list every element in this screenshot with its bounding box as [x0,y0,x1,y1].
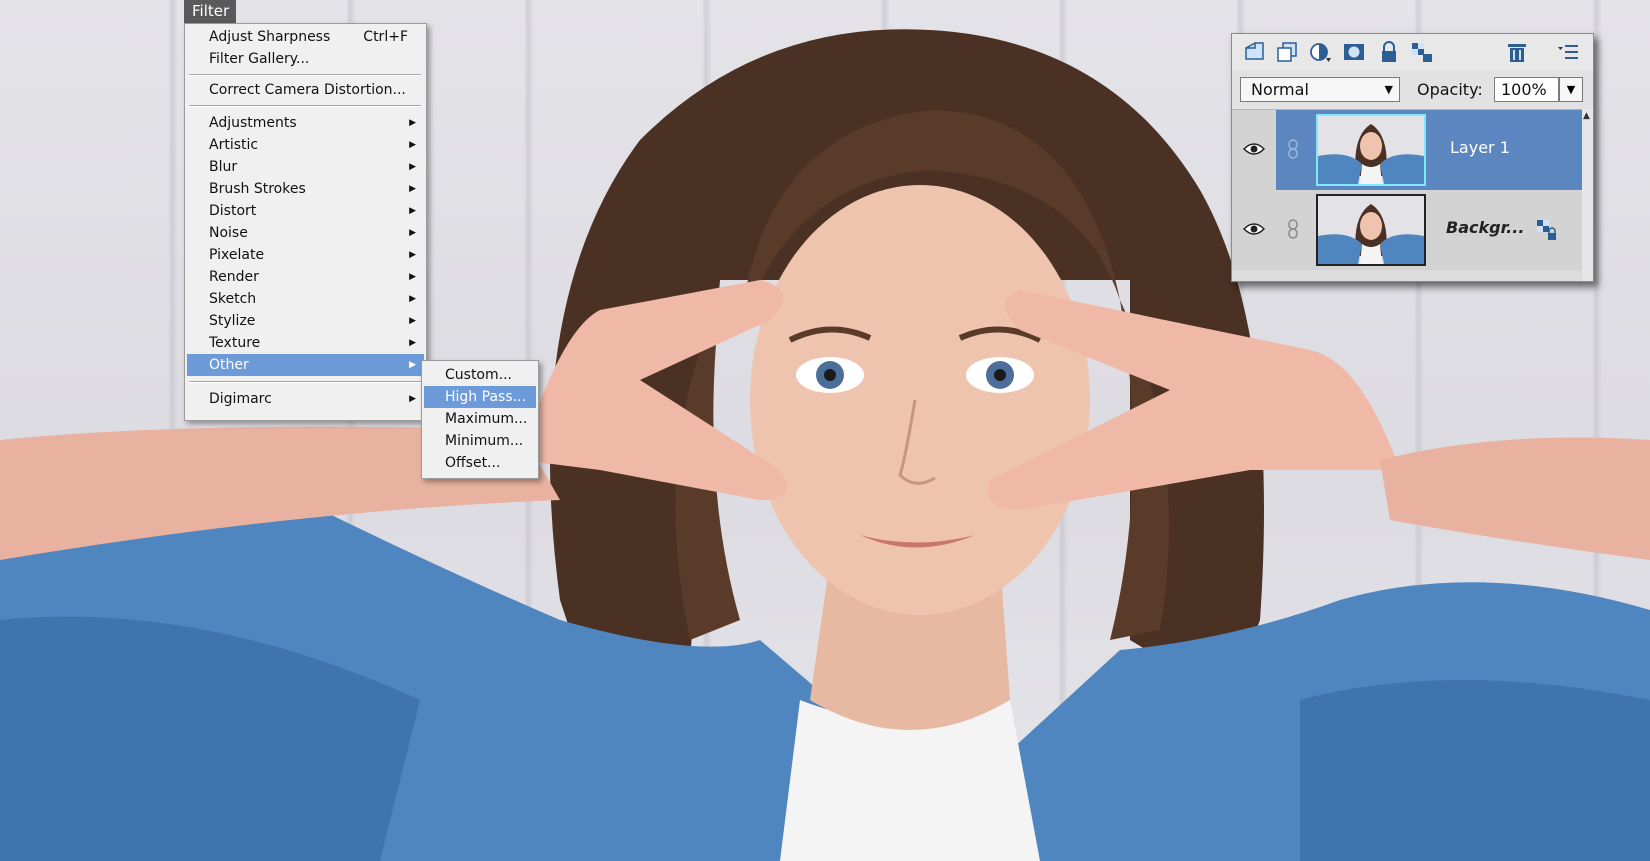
layer-mask-icon[interactable] [1342,41,1366,63]
menu-item-label: Noise [209,225,248,241]
menu-item-label: Correct Camera Distortion... [209,82,406,98]
submenu-arrow-icon: ▶ [409,206,416,216]
menu-item-adjustments[interactable]: Adjustments ▶ [187,112,424,134]
menu-separator [189,74,421,76]
opacity-input[interactable]: 100% [1494,77,1559,102]
layer-thumbnail [1316,114,1426,186]
blend-mode-value: Normal [1251,80,1309,99]
submenu-item-label: Minimum... [445,433,524,449]
layers-scrollbar[interactable]: ▲ [1582,109,1593,281]
eye-icon[interactable] [1243,221,1265,237]
menu-item-shortcut: Ctrl+F [363,29,408,45]
menu-item-stylize[interactable]: Stylize ▶ [187,310,424,332]
other-submenu: Custom... High Pass... Maximum... Minimu… [421,360,539,479]
submenu-arrow-icon: ▶ [409,228,416,238]
menu-item-brush-strokes[interactable]: Brush Strokes ▶ [187,178,424,200]
lock-icon[interactable] [1377,41,1401,63]
submenu-arrow-icon: ▶ [409,162,416,172]
submenu-item-custom[interactable]: Custom... [424,364,536,386]
submenu-item-high-pass[interactable]: High Pass... [424,386,536,408]
blend-mode-select[interactable]: Normal ▼ [1240,77,1400,102]
layer-name: Layer 1 [1450,138,1510,157]
submenu-arrow-icon: ▶ [409,140,416,150]
menu-item-pixelate[interactable]: Pixelate ▶ [187,244,424,266]
menu-item-label: Texture [209,335,261,351]
blend-mode-row: Normal ▼ Opacity: 100% ▼ [1232,70,1593,110]
menu-item-render[interactable]: Render ▶ [187,266,424,288]
menu-item-noise[interactable]: Noise ▶ [187,222,424,244]
link-icon[interactable] [1287,138,1299,160]
menu-separator [189,105,421,107]
submenu-arrow-icon: ▶ [409,250,416,260]
link-icon[interactable] [1287,218,1299,240]
background-lock-icon [1537,220,1556,240]
lock-transparency-icon[interactable] [1410,41,1434,63]
menu-item-label: Pixelate [209,247,265,263]
submenu-item-minimum[interactable]: Minimum... [424,430,536,452]
eye-icon[interactable] [1243,141,1265,157]
submenu-arrow-icon: ▶ [409,272,416,282]
adjustment-layer-icon[interactable] [1308,41,1332,63]
duplicate-layer-icon[interactable] [1275,41,1299,63]
thumbnail-image [1318,196,1424,264]
menu-item-label: Artistic [209,137,259,153]
scroll-up-icon[interactable]: ▲ [1583,111,1590,121]
submenu-arrow-icon: ▶ [409,394,416,404]
menu-item-label: Sketch [209,291,257,307]
submenu-item-maximum[interactable]: Maximum... [424,408,536,430]
submenu-item-label: Maximum... [445,411,528,427]
submenu-item-label: Custom... [445,367,512,383]
submenu-arrow-icon: ▶ [409,338,416,348]
menu-item-label: Filter Gallery... [209,51,310,67]
menu-item-label: Digimarc [209,391,272,407]
menu-item-adjust-sharpness[interactable]: Adjust Sharpness Ctrl+F [187,26,424,48]
chevron-down-icon: ▼ [1566,83,1576,96]
filter-menu-title[interactable]: Filter [184,0,236,23]
menu-item-texture[interactable]: Texture ▶ [187,332,424,354]
layer-row-background[interactable]: Backgr... [1232,190,1582,270]
layer-name: Backgr... [1446,218,1525,237]
thumbnail-image [1318,116,1424,184]
menu-item-label: Adjustments [209,115,297,131]
filter-menu: Adjust Sharpness Ctrl+F Filter Gallery..… [184,23,427,421]
menu-item-label: Brush Strokes [209,181,306,197]
chevron-down-icon: ▼ [1384,83,1393,96]
menu-item-digimarc[interactable]: Digimarc ▶ [187,388,424,410]
submenu-arrow-icon: ▶ [409,316,416,326]
submenu-item-label: High Pass... [445,389,526,405]
menu-item-label: Adjust Sharpness [209,29,331,45]
menu-item-correct-camera-distortion[interactable]: Correct Camera Distortion... [187,79,424,101]
menu-item-label: Render [209,269,259,285]
menu-separator [189,381,421,383]
panel-menu-icon[interactable] [1556,41,1580,63]
menu-item-label: Distort [209,203,257,219]
trash-icon[interactable] [1505,41,1529,63]
menu-item-label: Stylize [209,313,256,329]
menu-item-blur[interactable]: Blur ▶ [187,156,424,178]
layers-toolbar [1232,34,1593,70]
menu-item-sketch[interactable]: Sketch ▶ [187,288,424,310]
layer-thumbnail [1316,194,1426,266]
menu-item-other[interactable]: Other ▶ [187,354,424,376]
layers-panel: Normal ▼ Opacity: 100% ▼ Layer 1 Backgr.… [1231,33,1594,282]
submenu-arrow-icon: ▶ [409,118,416,128]
submenu-item-offset[interactable]: Offset... [424,452,536,474]
opacity-dropdown-button[interactable]: ▼ [1559,77,1583,102]
menu-item-label: Blur [209,159,238,175]
visibility-cell [1232,110,1276,190]
new-layer-icon[interactable] [1242,41,1266,63]
menu-item-distort[interactable]: Distort ▶ [187,200,424,222]
submenu-arrow-icon: ▶ [409,294,416,304]
submenu-item-label: Offset... [445,455,501,471]
opacity-label: Opacity: [1417,80,1483,99]
submenu-arrow-icon: ▶ [409,360,416,370]
submenu-arrow-icon: ▶ [409,184,416,194]
layer-row-layer-1[interactable]: Layer 1 [1232,110,1582,190]
menu-item-filter-gallery[interactable]: Filter Gallery... [187,48,424,70]
visibility-cell [1232,190,1276,270]
menu-item-label: Other [209,357,249,373]
menu-item-artistic[interactable]: Artistic ▶ [187,134,424,156]
